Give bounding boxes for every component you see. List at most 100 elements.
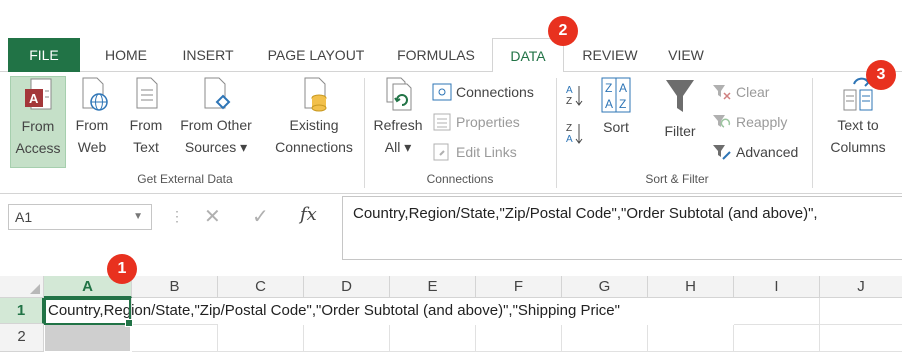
chevron-down-icon[interactable]: ▼ — [133, 205, 143, 229]
svg-text:A: A — [566, 85, 573, 96]
group-label-sort-filter: Sort & Filter — [645, 172, 709, 186]
select-all-triangle-icon — [30, 284, 40, 294]
tab-file[interactable]: FILE — [8, 38, 80, 72]
column-header-f[interactable]: F — [476, 276, 562, 298]
worksheet-grid: A B C D E F G H I J 1 2 Country,Region/S… — [0, 276, 902, 352]
cell-c2[interactable] — [218, 325, 304, 352]
formula-input[interactable]: Country,Region/State,"Zip/Postal Code","… — [342, 196, 902, 260]
from-other-sources-label-1: From Other — [180, 117, 252, 133]
ribbon: A From Access From Web From Text From Ot… — [0, 72, 902, 194]
svg-text:A: A — [29, 91, 39, 106]
advanced-filter-icon — [713, 145, 731, 160]
column-header-d[interactable]: D — [304, 276, 390, 298]
tab-review[interactable]: REVIEW — [572, 38, 648, 72]
existing-connections-icon — [304, 77, 327, 112]
cell-f2[interactable] — [476, 325, 562, 352]
tab-view[interactable]: VIEW — [656, 38, 716, 72]
refresh-all-button[interactable]: Refresh All ▾ — [370, 76, 426, 168]
edit-links-button[interactable]: Edit Links — [432, 140, 517, 164]
advanced-filter-button[interactable]: Advanced — [712, 140, 798, 164]
text-file-icon — [136, 77, 158, 109]
column-header-e[interactable]: E — [390, 276, 476, 298]
filter-button[interactable]: Filter — [656, 76, 704, 168]
reapply-button[interactable]: Reapply — [712, 110, 787, 134]
text-to-columns-label-2: Columns — [830, 139, 886, 155]
from-access-label-1: From — [21, 118, 55, 134]
group-separator — [364, 78, 365, 188]
name-box[interactable]: A1 ▼ — [8, 204, 152, 230]
from-other-sources-button[interactable]: From Other Sources ▾ — [172, 76, 260, 168]
row-header-2[interactable]: 2 — [0, 324, 44, 352]
access-icon: A — [25, 78, 52, 110]
group-label-get-external-data: Get External Data — [137, 172, 233, 186]
from-web-label-2: Web — [77, 139, 107, 155]
column-header-c[interactable]: C — [218, 276, 304, 298]
svg-text:Z: Z — [566, 123, 572, 134]
reapply-icon — [713, 115, 731, 128]
svg-text:A: A — [605, 97, 613, 111]
cell-a1-text: Country,Region/State,"Zip/Postal Code","… — [48, 302, 620, 319]
column-header-g[interactable]: G — [562, 276, 648, 298]
refresh-icon — [386, 77, 412, 111]
properties-icon — [433, 113, 451, 131]
cell-i1[interactable] — [734, 298, 820, 325]
row-header-1[interactable]: 1 — [0, 298, 44, 324]
sort-descending-icon: Z A — [566, 123, 583, 145]
connections-icon — [432, 83, 452, 101]
cell-g2[interactable] — [562, 325, 648, 352]
cell-e2[interactable] — [390, 325, 476, 352]
active-cell-selection — [44, 298, 133, 327]
drag-handle-icon[interactable]: ⋮ — [170, 208, 184, 225]
sort-button[interactable]: Z A A Z Sort — [594, 76, 638, 168]
from-other-sources-label-2: Sources ▾ — [184, 139, 248, 155]
tab-page-layout[interactable]: PAGE LAYOUT — [256, 38, 376, 72]
clear-label: Clear — [736, 84, 770, 100]
from-text-button[interactable]: From Text — [124, 76, 168, 168]
callout-badge-1: 1 — [107, 254, 137, 284]
connections-button[interactable]: Connections — [432, 80, 534, 104]
from-web-button[interactable]: From Web — [70, 76, 114, 168]
select-all-button[interactable] — [0, 276, 44, 298]
sort-dialog-icon: Z A A Z — [601, 77, 631, 113]
from-web-label-1: From — [75, 117, 109, 133]
tab-formulas[interactable]: FORMULAS — [388, 38, 484, 72]
cell-a2[interactable] — [45, 325, 130, 351]
edit-links-icon — [433, 143, 449, 161]
tab-home[interactable]: HOME — [94, 38, 158, 72]
sort-a-to-z-button[interactable]: A Z — [564, 82, 586, 112]
cell-d2[interactable] — [304, 325, 390, 352]
clear-filter-button[interactable]: Clear — [712, 80, 769, 104]
svg-text:A: A — [619, 81, 627, 95]
existing-connections-button[interactable]: Existing Connections — [268, 76, 360, 168]
cell-i2[interactable] — [734, 325, 820, 352]
sort-z-to-a-button[interactable]: Z A — [564, 120, 586, 150]
reapply-label: Reapply — [736, 114, 788, 130]
filter-label: Filter — [664, 123, 696, 139]
properties-label: Properties — [456, 114, 520, 130]
name-box-value: A1 — [15, 209, 33, 225]
group-separator — [556, 78, 557, 188]
column-header-j[interactable]: J — [820, 276, 902, 298]
from-text-label-1: From — [129, 117, 163, 133]
cancel-icon[interactable]: ✕ — [204, 204, 221, 229]
column-header-i[interactable]: I — [734, 276, 820, 298]
cell-h2[interactable] — [648, 325, 734, 352]
filter-funnel-icon — [666, 80, 694, 112]
existing-connections-label-1: Existing — [289, 117, 339, 133]
insert-function-icon[interactable]: fx — [300, 204, 317, 225]
callout-badge-2: 2 — [548, 16, 578, 46]
column-header-b[interactable]: B — [132, 276, 218, 298]
sort-ascending-icon: A Z — [566, 85, 583, 107]
properties-button[interactable]: Properties — [432, 110, 520, 134]
from-access-button[interactable]: A From Access — [10, 76, 66, 168]
tab-insert[interactable]: INSERT — [172, 38, 244, 72]
callout-badge-3: 3 — [866, 60, 896, 90]
cell-j2[interactable] — [820, 325, 902, 352]
enter-check-icon[interactable]: ✓ — [252, 204, 269, 229]
svg-text:A: A — [566, 134, 573, 145]
edit-links-label: Edit Links — [456, 144, 517, 160]
column-header-h[interactable]: H — [648, 276, 734, 298]
cell-j1[interactable] — [820, 298, 902, 325]
cell-b2[interactable] — [132, 325, 218, 352]
tab-data[interactable]: DATA — [492, 38, 564, 73]
